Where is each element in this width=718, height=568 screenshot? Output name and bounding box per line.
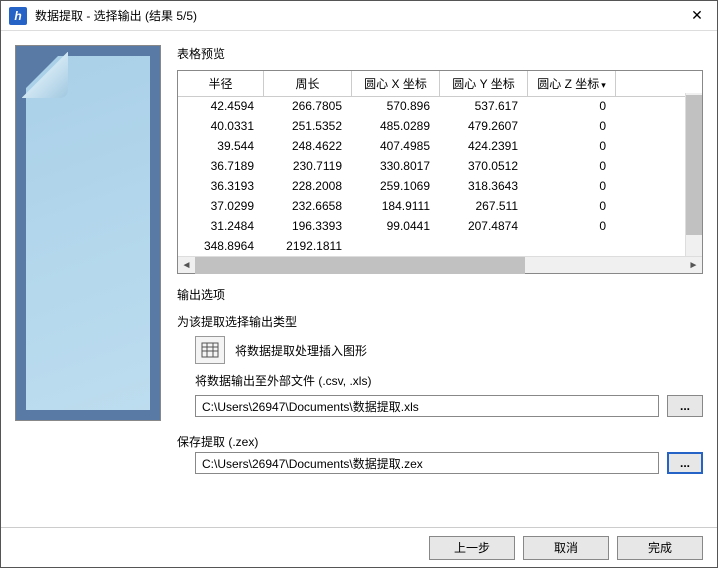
- table-cell: 39.544: [178, 137, 264, 157]
- insert-drawing-button[interactable]: [195, 336, 225, 364]
- table-cell: 0: [528, 197, 616, 217]
- page-preview: [15, 45, 161, 421]
- table-insert-icon: [201, 342, 219, 358]
- table-cell: 0: [528, 157, 616, 177]
- export-external-label: 将数据输出至外部文件 (.csv, .xls): [195, 372, 703, 389]
- table-cell: 196.3393: [264, 217, 352, 237]
- save-path-input[interactable]: [195, 452, 659, 474]
- close-button[interactable]: ✕: [677, 1, 717, 31]
- output-options-label: 输出选项: [177, 286, 703, 303]
- table-cell: 370.0512: [440, 157, 528, 177]
- table-cell: 37.0299: [178, 197, 264, 217]
- table-row[interactable]: 39.544248.4622407.4985424.23910: [178, 137, 702, 157]
- browse-export-button[interactable]: ...: [667, 395, 703, 417]
- table-cell: 0: [528, 137, 616, 157]
- insert-drawing-label: 将数据提取处理插入图形: [235, 342, 367, 359]
- table-cell: 267.511: [440, 197, 528, 217]
- table-row[interactable]: 40.0331251.5352485.0289479.26070: [178, 117, 702, 137]
- table-cell: 232.6658: [264, 197, 352, 217]
- table-cell: 228.2008: [264, 177, 352, 197]
- table-cell: 266.7805: [264, 97, 352, 117]
- app-icon: h: [9, 7, 27, 25]
- window-title: 数据提取 - 选择输出 (结果 5/5): [35, 7, 677, 24]
- table-header: 半径 周长 圆心 X 坐标 圆心 Y 坐标 圆心 Z 坐标▾: [178, 71, 702, 97]
- table-cell: 2192.1811: [264, 237, 352, 256]
- table-preview-label: 表格预览: [177, 45, 703, 62]
- table-cell: [528, 237, 616, 256]
- finish-button[interactable]: 完成: [617, 536, 703, 560]
- horizontal-scrollbar[interactable]: ◄ ►: [178, 256, 702, 273]
- table-cell: [440, 237, 528, 256]
- table-cell: 0: [528, 217, 616, 237]
- table-cell: 318.3643: [440, 177, 528, 197]
- table-cell: 42.4594: [178, 97, 264, 117]
- table-cell: 424.2391: [440, 137, 528, 157]
- table-cell: 36.3193: [178, 177, 264, 197]
- output-type-label: 为该提取选择输出类型: [177, 313, 703, 330]
- chevron-down-icon[interactable]: ▾: [601, 80, 606, 90]
- table-cell: 0: [528, 177, 616, 197]
- export-path-input[interactable]: [195, 395, 659, 417]
- col-header[interactable]: 半径: [178, 71, 264, 96]
- table-row[interactable]: 31.2484196.339399.0441207.48740: [178, 217, 702, 237]
- table-cell: 248.4622: [264, 137, 352, 157]
- table-cell: 570.896: [352, 97, 440, 117]
- table-row[interactable]: 36.3193228.2008259.1069318.36430: [178, 177, 702, 197]
- prev-button[interactable]: 上一步: [429, 536, 515, 560]
- table-cell: 251.5352: [264, 117, 352, 137]
- col-header[interactable]: 圆心 Y 坐标: [440, 71, 528, 96]
- table-cell: [352, 237, 440, 256]
- table-row[interactable]: 36.7189230.7119330.8017370.05120: [178, 157, 702, 177]
- table-cell: 537.617: [440, 97, 528, 117]
- scroll-left-icon[interactable]: ◄: [178, 257, 195, 274]
- vertical-scrollbar[interactable]: [685, 93, 702, 256]
- cancel-button[interactable]: 取消: [523, 536, 609, 560]
- table-cell: 99.0441: [352, 217, 440, 237]
- col-header[interactable]: 圆心 X 坐标: [352, 71, 440, 96]
- col-header[interactable]: 圆心 Z 坐标▾: [528, 71, 616, 96]
- table-cell: 348.8964: [178, 237, 264, 256]
- save-extract-label: 保存提取 (.zex): [177, 433, 703, 450]
- table-cell: 207.4874: [440, 217, 528, 237]
- table-cell: 407.4985: [352, 137, 440, 157]
- table-cell: 184.9111: [352, 197, 440, 217]
- table-cell: 479.2607: [440, 117, 528, 137]
- scroll-right-icon[interactable]: ►: [685, 257, 702, 274]
- table-cell: 40.0331: [178, 117, 264, 137]
- preview-table: 半径 周长 圆心 X 坐标 圆心 Y 坐标 圆心 Z 坐标▾ 42.459426…: [177, 70, 703, 274]
- footer: 上一步 取消 完成: [1, 527, 717, 567]
- browse-save-button[interactable]: ...: [667, 452, 703, 474]
- table-cell: 230.7119: [264, 157, 352, 177]
- table-cell: 31.2484: [178, 217, 264, 237]
- table-cell: 259.1069: [352, 177, 440, 197]
- table-cell: 330.8017: [352, 157, 440, 177]
- table-cell: 0: [528, 117, 616, 137]
- table-cell: 485.0289: [352, 117, 440, 137]
- titlebar: h 数据提取 - 选择输出 (结果 5/5) ✕: [1, 1, 717, 31]
- table-cell: 0: [528, 97, 616, 117]
- table-row[interactable]: 37.0299232.6658184.9111267.5110: [178, 197, 702, 217]
- table-cell: 36.7189: [178, 157, 264, 177]
- table-row[interactable]: 348.89642192.1811: [178, 237, 702, 256]
- table-row[interactable]: 42.4594266.7805570.896537.6170: [178, 97, 702, 117]
- col-header[interactable]: 周长: [264, 71, 352, 96]
